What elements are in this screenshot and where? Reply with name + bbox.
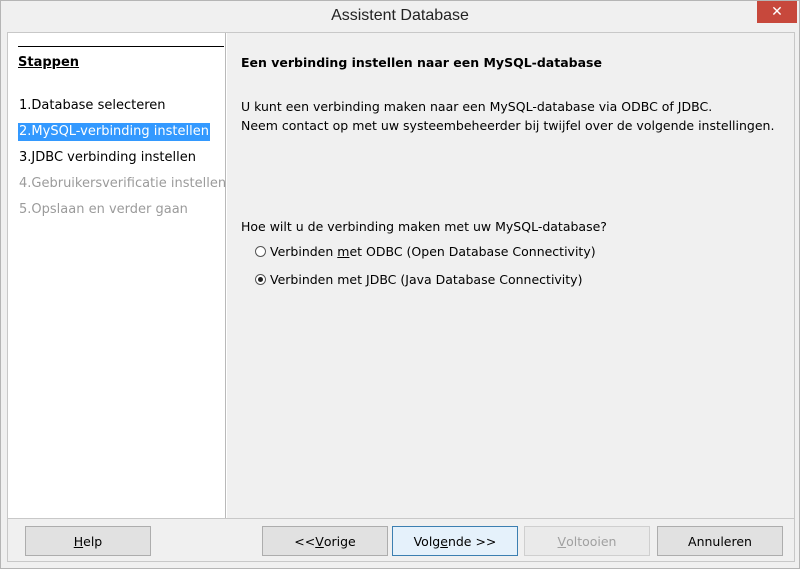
- close-button[interactable]: ✕: [757, 1, 797, 23]
- steps-divider: [18, 46, 224, 47]
- description-line: U kunt een verbinding maken naar een MyS…: [241, 99, 713, 114]
- content-panel: Een verbinding instellen naar een MySQL-…: [227, 33, 794, 518]
- connection-question: Hoe wilt u de verbinding maken met uw My…: [241, 219, 607, 234]
- description-line: Neem contact op met uw systeembeheerder …: [241, 118, 775, 133]
- odbc-option-label: Verbinden met ODBC (Open Database Connec…: [270, 243, 596, 259]
- back-button[interactable]: << Vorige: [262, 526, 388, 556]
- button-bar: Help << Vorige Volg e nde >> Voltooien Ann…: [8, 518, 794, 561]
- radio-unchecked-icon[interactable]: [255, 245, 266, 257]
- step-mysql-verbinding[interactable]: 2.MySQL-verbinding instellen: [18, 123, 210, 141]
- step-database-selecteren[interactable]: 1.Database selecteren: [18, 97, 167, 115]
- dialog-body: Stappen 1.Database selecteren 2.MySQL-ve…: [7, 32, 795, 562]
- close-icon: ✕: [771, 4, 783, 20]
- radio-checked-icon[interactable]: [255, 273, 266, 285]
- step-gebruikersverificatie: 4.Gebruikersverificatie instellen: [19, 176, 227, 191]
- title-bar: Assistent Database ✕: [1, 1, 799, 32]
- window-title: Assistent Database: [331, 7, 469, 24]
- page-title: Een verbinding instellen naar een MySQL-…: [241, 55, 602, 70]
- next-button[interactable]: Volg e nde >>: [392, 526, 518, 556]
- page-description: U kunt een verbinding maken naar een MyS…: [241, 97, 774, 135]
- dialog-window: Assistent Database ✕ Stappen 1.Database …: [0, 0, 800, 569]
- jdbc-option-label: Verbinden met JDBC (Java Database Connec…: [270, 271, 583, 287]
- cancel-button[interactable]: Annuleren: [657, 526, 783, 556]
- step-jdbc-verbinding[interactable]: 3.JDBC verbinding instellen: [18, 149, 197, 167]
- odbc-option[interactable]: Verbinden met ODBC (Open Database Connec…: [255, 242, 596, 260]
- finish-button: Voltooien: [524, 526, 650, 556]
- jdbc-option[interactable]: Verbinden met JDBC (Java Database Connec…: [255, 270, 582, 288]
- step-opslaan: 5.Opslaan en verder gaan: [19, 202, 188, 217]
- steps-panel: Stappen 1.Database selecteren 2.MySQL-ve…: [8, 33, 226, 518]
- help-button[interactable]: Help: [25, 526, 151, 556]
- steps-heading: Stappen: [18, 55, 80, 70]
